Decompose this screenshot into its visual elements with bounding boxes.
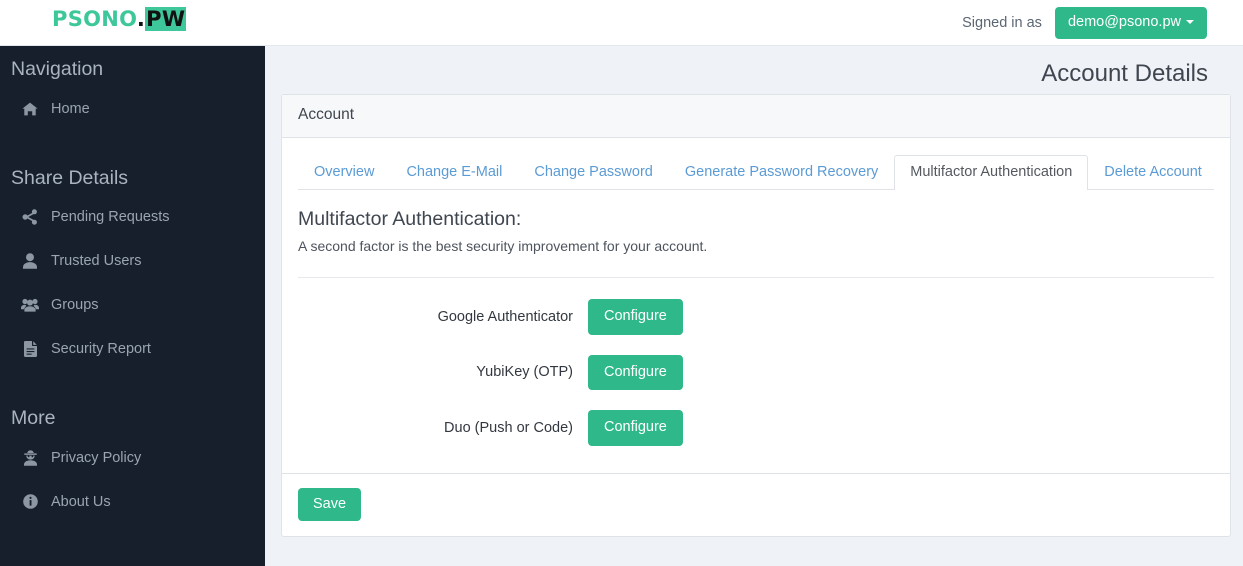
- tab-change-password[interactable]: Change Password: [518, 155, 669, 190]
- sidebar-item-trusted-users[interactable]: Trusted Users: [0, 246, 265, 276]
- brand-name: PSONO: [52, 7, 137, 31]
- sidebar-item-label: Privacy Policy: [51, 449, 142, 466]
- configure-duo-button[interactable]: Configure: [588, 410, 683, 446]
- card-header-title: Account: [282, 95, 1230, 138]
- tab-change-email[interactable]: Change E-Mail: [390, 155, 518, 190]
- mfa-label: YubiKey (OTP): [476, 364, 573, 381]
- tab-bar: Overview Change E-Mail Change Password G…: [298, 154, 1214, 190]
- home-icon: [20, 101, 40, 117]
- brand-dot: .: [136, 7, 146, 31]
- configure-yubikey-button[interactable]: Configure: [588, 354, 683, 391]
- sidebar-heading-more: More: [11, 407, 56, 429]
- sidebar-item-privacy-policy[interactable]: Privacy Policy: [0, 443, 265, 473]
- sidebar-item-label: Trusted Users: [51, 253, 142, 269]
- configure-google-authenticator-button[interactable]: Configure: [588, 299, 683, 335]
- tab-overview[interactable]: Overview: [298, 155, 390, 190]
- share-icon: [20, 209, 40, 225]
- account-card: Account Overview Change E-Mail Change Pa…: [281, 94, 1231, 538]
- file-text-icon: [20, 341, 40, 357]
- sidebar-item-security-report[interactable]: Security Report: [0, 334, 265, 364]
- sidebar-item-about-us[interactable]: About Us: [0, 487, 265, 517]
- user-menu-button[interactable]: demo@psono.pw: [1054, 7, 1207, 39]
- panel-bottom-spacer: [298, 446, 1214, 473]
- top-header-bar: PSONO.PW Signed in as demo@psono.pw: [0, 0, 1243, 46]
- chevron-down-icon: [1186, 20, 1194, 25]
- sidebar-item-label: About Us: [51, 493, 111, 510]
- sidebar-item-pending-requests[interactable]: Pending Requests: [0, 202, 265, 232]
- mfa-row-google-authenticator: Google Authenticator Configure: [298, 299, 1214, 335]
- card-body: Overview Change E-Mail Change Password G…: [282, 138, 1230, 473]
- mfa-row-yubikey: YubiKey (OTP) Configure: [298, 354, 1214, 391]
- sidebar-item-label: Security Report: [51, 341, 151, 357]
- tab-generate-password-recovery[interactable]: Generate Password Recovery: [669, 155, 894, 190]
- sidebar-item-label: Pending Requests: [51, 209, 170, 225]
- tab-delete-account[interactable]: Delete Account: [1088, 155, 1218, 190]
- save-button[interactable]: Save: [298, 487, 362, 522]
- main-content: Account Details Account Overview Change …: [265, 46, 1243, 566]
- info-circle-icon: [20, 494, 40, 510]
- panel-title: Multifactor Authentication:: [298, 207, 522, 230]
- mfa-row-duo: Duo (Push or Code) Configure: [298, 410, 1214, 446]
- signed-in-label: Signed in as: [962, 14, 1042, 31]
- sidebar-item-label: Home: [51, 100, 90, 117]
- panel-description: A second factor is the best security imp…: [298, 237, 708, 254]
- user-menu-label: demo@psono.pw: [1067, 14, 1181, 30]
- brand-suffix: PW: [145, 7, 187, 31]
- card-footer: Save: [282, 472, 1230, 537]
- panel-divider: [298, 277, 1214, 279]
- signed-in-area: Signed in as demo@psono.pw: [962, 7, 1207, 39]
- users-icon: [20, 297, 40, 313]
- sidebar: Navigation Home Share Details Pending Re…: [0, 46, 265, 566]
- mfa-label: Duo (Push or Code): [444, 419, 573, 436]
- sidebar-item-label: Groups: [51, 297, 99, 313]
- sidebar-heading-navigation: Navigation: [11, 58, 104, 80]
- user-icon: [20, 253, 40, 269]
- tab-multifactor-authentication[interactable]: Multifactor Authentication: [894, 155, 1089, 190]
- page-title: Account Details: [1041, 60, 1208, 87]
- multifactor-panel: Multifactor Authentication: A second fac…: [298, 190, 1214, 473]
- sidebar-item-home[interactable]: Home: [0, 94, 265, 124]
- sidebar-heading-share-details: Share Details: [11, 166, 129, 189]
- sidebar-item-groups[interactable]: Groups: [0, 290, 265, 320]
- user-secret-icon: [20, 449, 40, 466]
- mfa-label: Google Authenticator: [437, 308, 573, 325]
- brand-logo[interactable]: PSONO.PW: [52, 7, 187, 31]
